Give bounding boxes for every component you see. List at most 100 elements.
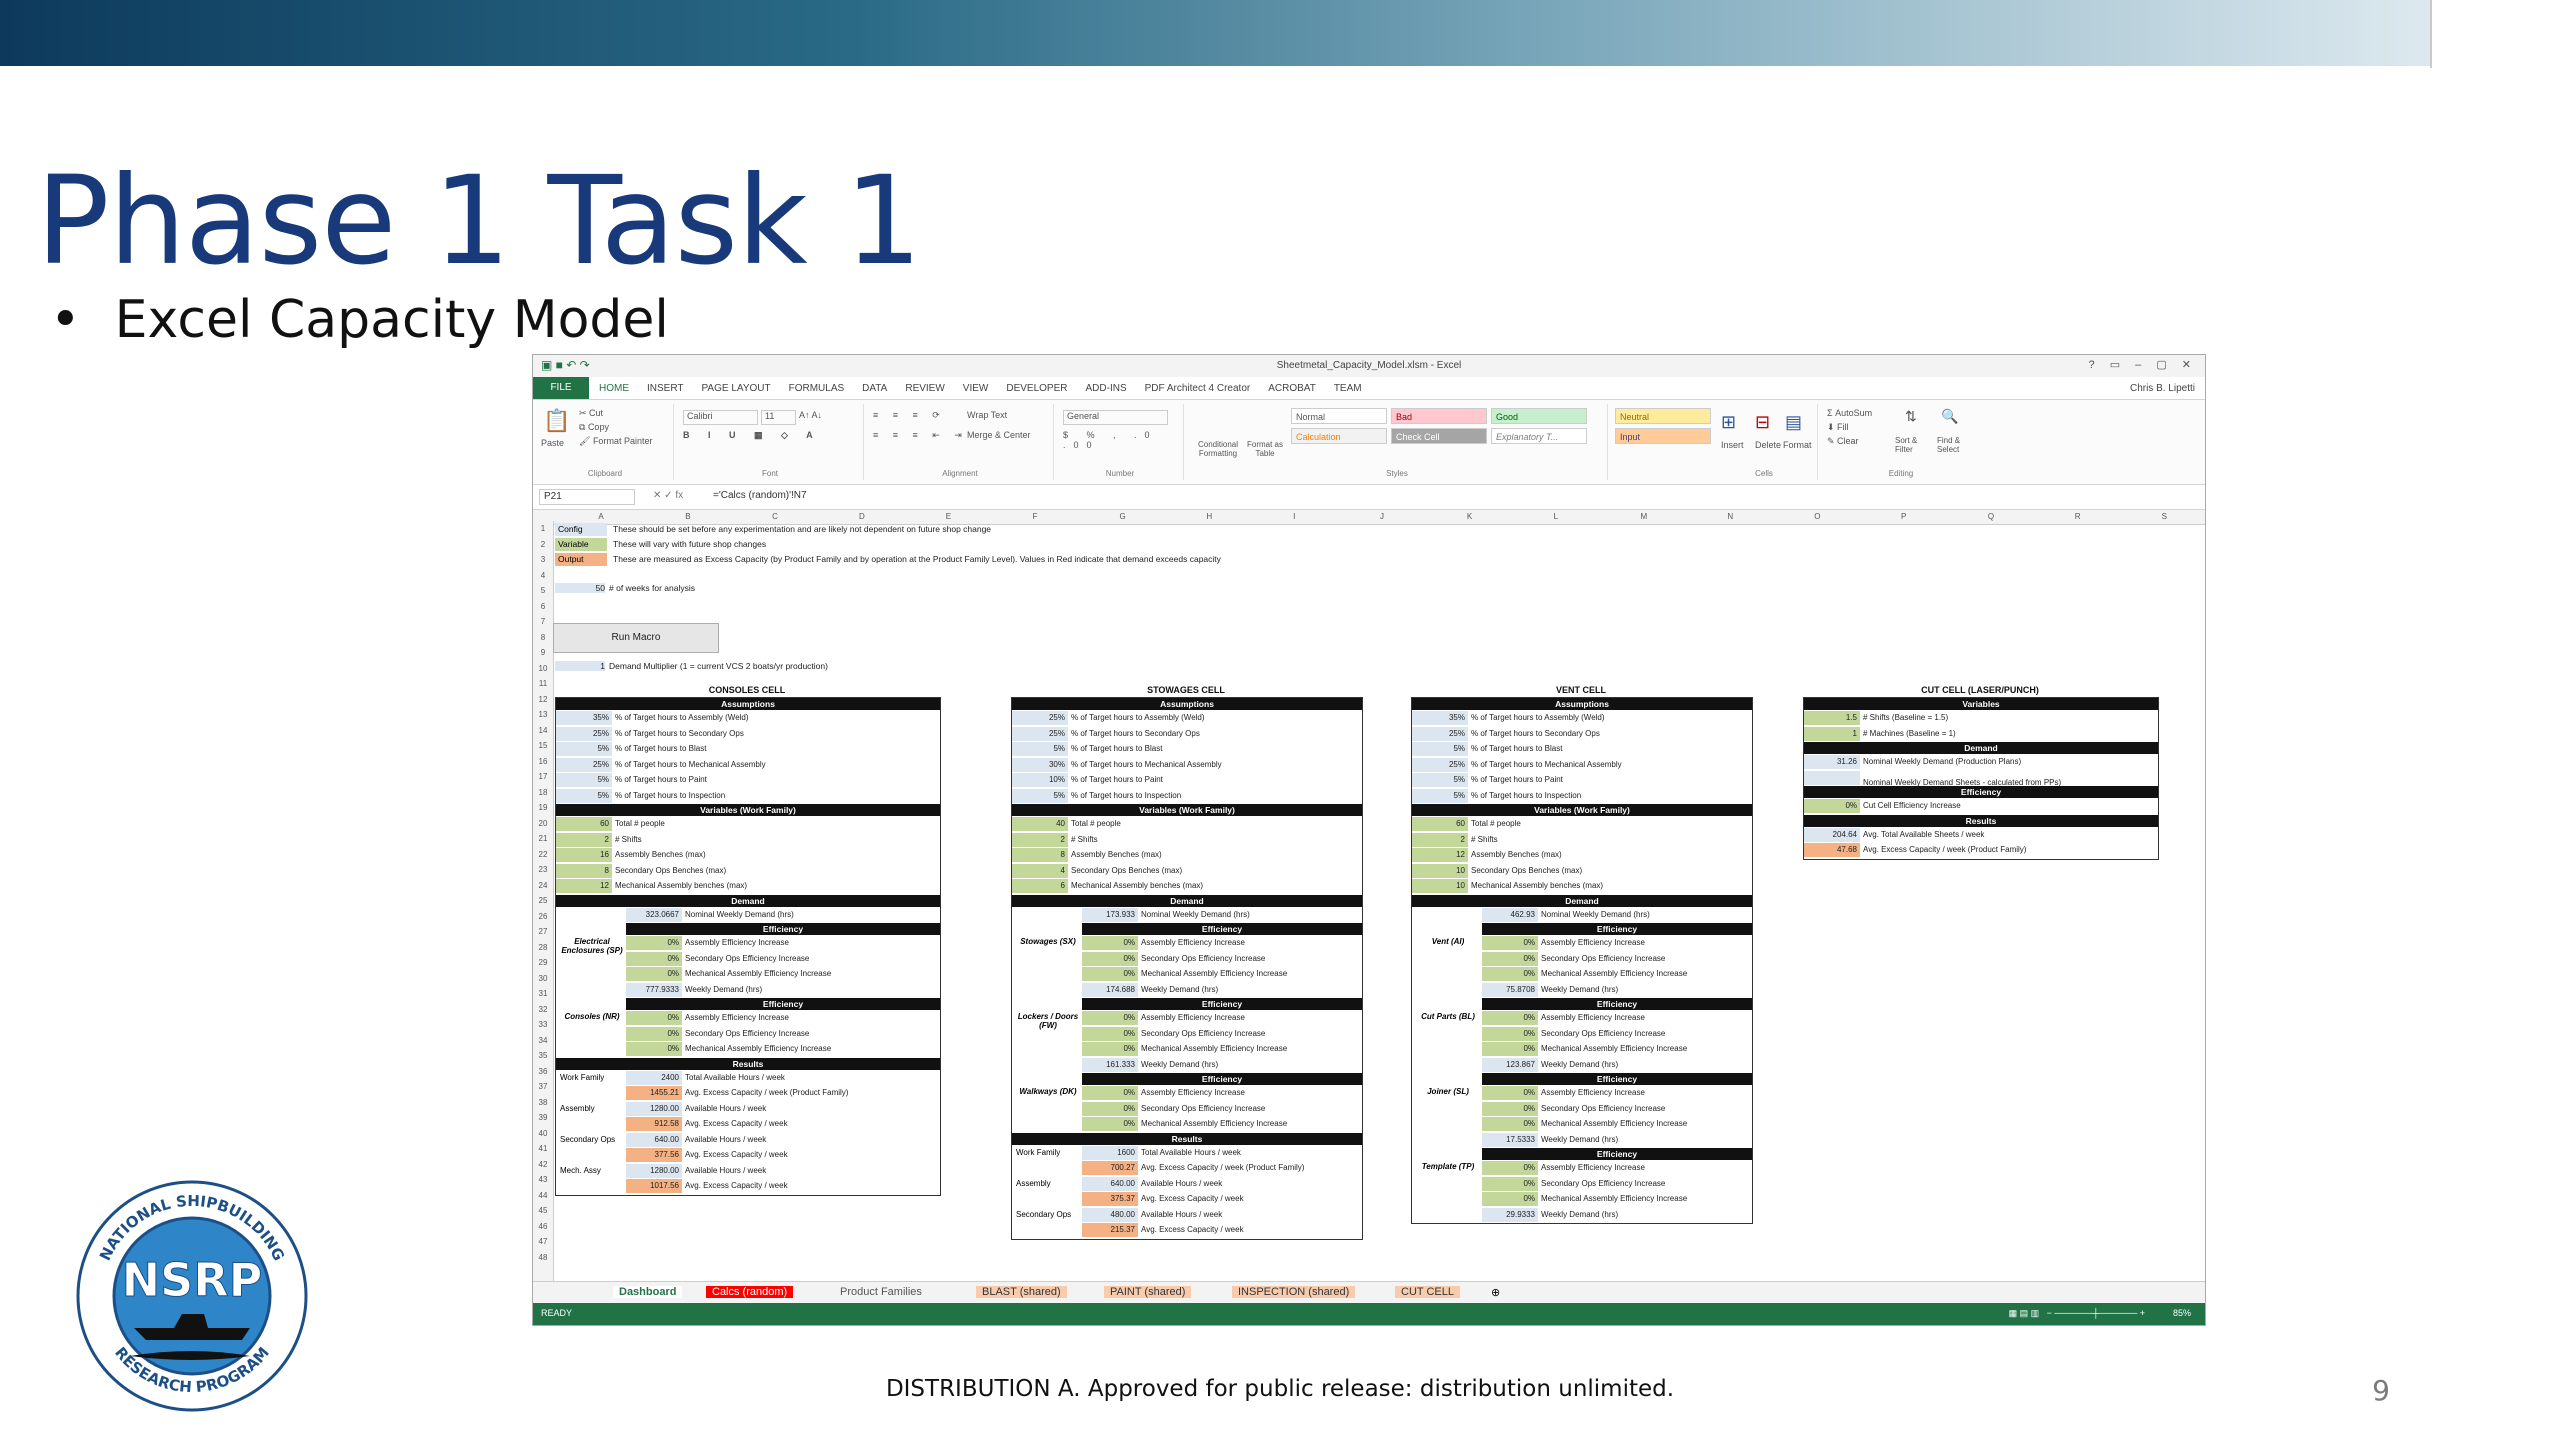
row-number[interactable]: 13 [533, 707, 553, 723]
row-value[interactable]: 0% [1482, 936, 1538, 950]
row-value[interactable]: 5% [1412, 773, 1468, 787]
row-value[interactable]: 25% [1012, 711, 1068, 725]
row-value[interactable]: 0% [1082, 1026, 1138, 1041]
row-value[interactable]: 377.56 [626, 1148, 682, 1162]
column-header[interactable]: M [1641, 512, 1648, 521]
style-explanatory[interactable]: Explanatory T... [1491, 428, 1587, 444]
row-value[interactable]: 0% [1482, 951, 1538, 966]
row-value[interactable]: 0% [1482, 1161, 1538, 1175]
fx-icon[interactable]: ✕ ✓ fx [653, 490, 683, 501]
row-number[interactable]: 5 [533, 583, 553, 599]
row-value[interactable]: 1.5 [1804, 711, 1860, 725]
tab-acrobat[interactable]: ACROBAT [1268, 383, 1316, 394]
column-header[interactable]: F [1033, 512, 1038, 521]
weeks-value[interactable]: 50 [555, 583, 605, 593]
row-value[interactable]: 0% [1082, 967, 1138, 981]
row-value[interactable]: 12 [1412, 848, 1468, 862]
row-value[interactable]: 1455.21 [626, 1086, 682, 1100]
row-number[interactable]: 14 [533, 723, 553, 739]
row-number[interactable]: 36 [533, 1064, 553, 1080]
column-header[interactable]: H [1206, 512, 1212, 521]
row-value[interactable]: 1280.00 [626, 1101, 682, 1116]
row-number[interactable]: 12 [533, 692, 553, 708]
column-header[interactable]: L [1554, 512, 1558, 521]
row-value[interactable]: 700.27 [1082, 1161, 1138, 1175]
row-number[interactable]: 29 [533, 955, 553, 971]
tab-team[interactable]: TEAM [1334, 383, 1362, 394]
row-value[interactable]: 2 [1012, 832, 1068, 847]
row-value[interactable]: 5% [1412, 742, 1468, 756]
row-number[interactable]: 25 [533, 893, 553, 909]
row-value[interactable]: 10 [1412, 863, 1468, 878]
row-number[interactable]: 20 [533, 816, 553, 832]
tab-data[interactable]: DATA [862, 383, 887, 394]
row-number[interactable]: 48 [533, 1250, 553, 1266]
sort-filter-icon[interactable]: ⇅ [1905, 408, 1917, 425]
fill-button[interactable]: ⬇ Fill [1827, 422, 1849, 433]
row-number[interactable]: 3 [533, 552, 553, 568]
bold-italic-underline-icons[interactable]: B I U ▦ ◇ A [683, 430, 821, 441]
row-value[interactable]: 375.37 [1082, 1192, 1138, 1206]
row-number[interactable]: 23 [533, 862, 553, 878]
row-number[interactable]: 46 [533, 1219, 553, 1235]
wrap-text-button[interactable]: Wrap Text [967, 410, 1007, 420]
row-number[interactable]: 39 [533, 1110, 553, 1126]
row-number[interactable]: 30 [533, 971, 553, 987]
sheet-tab[interactable]: INSPECTION (shared) [1232, 1286, 1356, 1298]
style-calculation[interactable]: Calculation [1291, 428, 1387, 444]
row-number[interactable]: 37 [533, 1079, 553, 1095]
row-value[interactable]: 123.867 [1482, 1057, 1538, 1072]
style-bad[interactable]: Bad [1391, 408, 1487, 424]
demand-multiplier-value[interactable]: 1 [555, 661, 605, 671]
row-value[interactable]: 0% [626, 1026, 682, 1041]
row-value[interactable]: 5% [1012, 788, 1068, 803]
format-as-table-button[interactable]: Format as Table [1245, 440, 1285, 458]
tab-home[interactable]: HOME [599, 383, 629, 394]
row-value[interactable]: 35% [556, 711, 612, 725]
row-value[interactable]: 215.37 [1082, 1223, 1138, 1237]
column-header[interactable]: G [1119, 512, 1125, 521]
row-number[interactable]: 44 [533, 1188, 553, 1204]
row-value[interactable] [1804, 770, 1860, 785]
row-value[interactable]: 0% [626, 1042, 682, 1056]
number-format-select[interactable]: General [1063, 410, 1168, 425]
clear-button[interactable]: ✎ Clear [1827, 436, 1859, 447]
row-value[interactable]: 0% [1482, 1086, 1538, 1100]
align-icons[interactable]: ≡ ≡ ≡ ⟳ [873, 410, 946, 421]
row-value[interactable]: 2400 [626, 1070, 682, 1085]
find-select-icon[interactable]: 🔍 [1941, 408, 1958, 425]
row-number[interactable]: 45 [533, 1203, 553, 1219]
row-number[interactable]: 40 [533, 1126, 553, 1142]
insert-button[interactable]: Insert [1721, 440, 1744, 450]
column-header[interactable]: O [1814, 512, 1820, 521]
row-value[interactable]: 161.333 [1082, 1057, 1138, 1072]
row-value[interactable]: 0% [1804, 799, 1860, 813]
column-header[interactable]: N [1727, 512, 1733, 521]
row-value[interactable]: 25% [1412, 757, 1468, 772]
sheet-tab[interactable]: CUT CELL [1395, 1286, 1460, 1298]
row-value[interactable]: 5% [556, 788, 612, 803]
row-value[interactable]: 777.9333 [626, 982, 682, 997]
row-value[interactable]: 47.68 [1804, 843, 1860, 857]
row-value[interactable]: 640.00 [626, 1132, 682, 1147]
user-name[interactable]: Chris B. Lipetti [2130, 383, 2195, 394]
row-value[interactable]: 25% [1412, 726, 1468, 741]
row-value[interactable]: 0% [1482, 1026, 1538, 1041]
tab-add-ins[interactable]: ADD-INS [1086, 383, 1127, 394]
row-number[interactable]: 1 [533, 521, 553, 537]
row-value[interactable]: 174.688 [1082, 982, 1138, 997]
row-number[interactable]: 8 [533, 630, 553, 646]
delete-button[interactable]: Delete [1755, 440, 1781, 450]
row-value[interactable]: 1280.00 [626, 1163, 682, 1178]
sheet-tab[interactable]: Product Families [834, 1286, 928, 1298]
row-number[interactable]: 43 [533, 1172, 553, 1188]
row-number[interactable]: 2 [533, 537, 553, 553]
row-value[interactable]: 8 [556, 863, 612, 878]
format-painter-button[interactable]: 🖌 Format Painter [579, 436, 652, 447]
row-number[interactable]: 38 [533, 1095, 553, 1111]
row-value[interactable]: 75.8708 [1482, 982, 1538, 997]
insert-cells-icon[interactable]: ⊞ [1721, 412, 1736, 433]
row-value[interactable]: 30% [1012, 757, 1068, 772]
row-value[interactable]: 0% [1482, 1011, 1538, 1025]
row-number[interactable]: 47 [533, 1234, 553, 1250]
